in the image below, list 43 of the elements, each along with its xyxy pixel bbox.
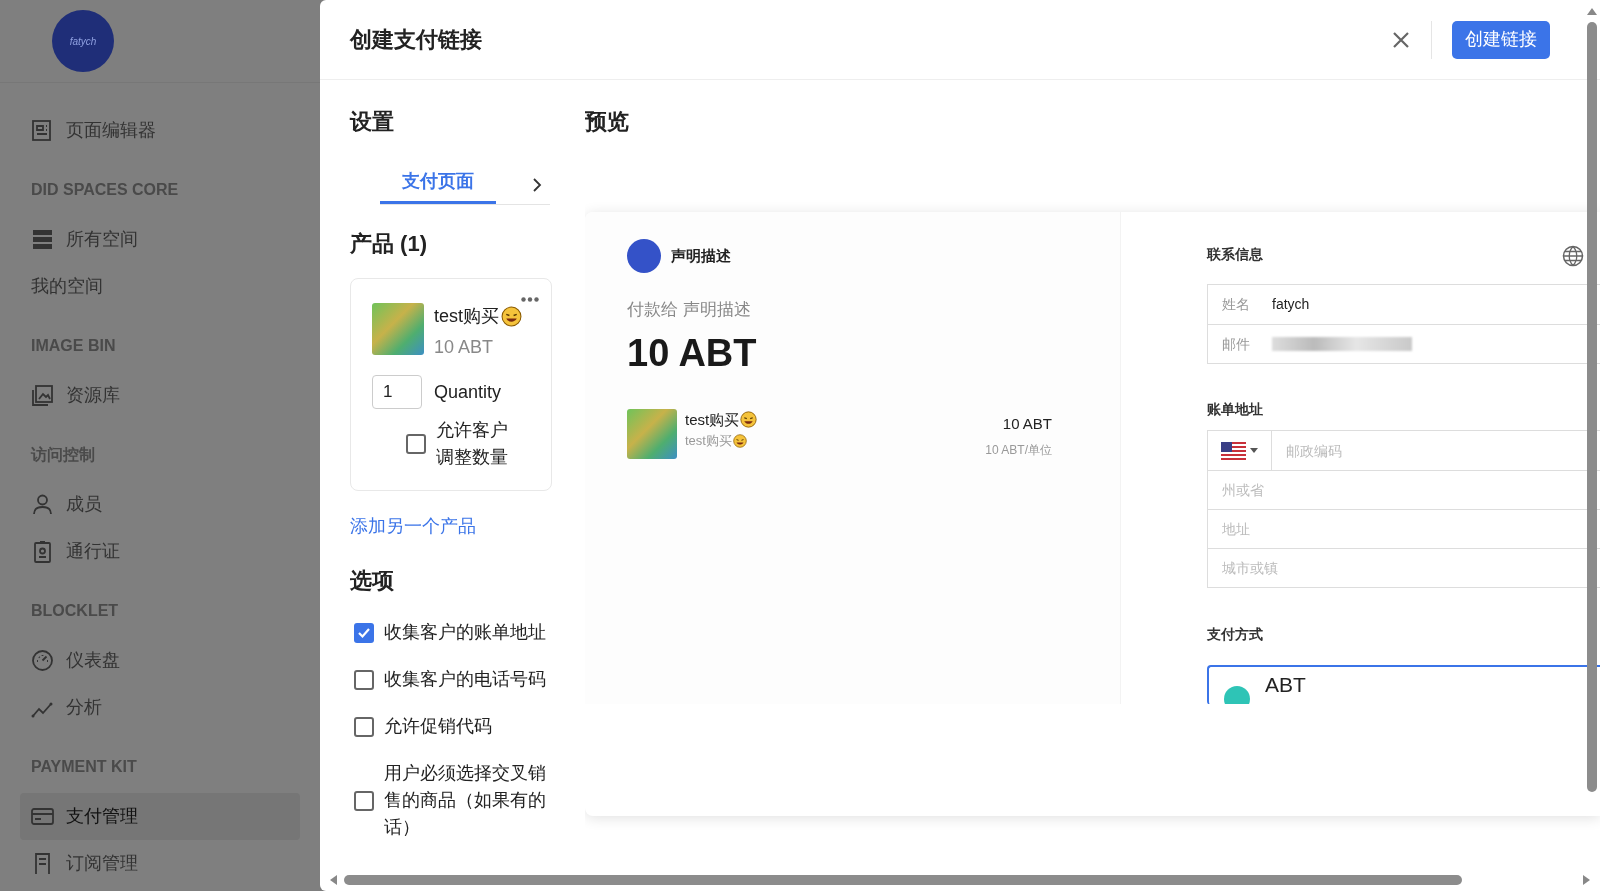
checkbox-label: 收集客户的账单地址 bbox=[384, 621, 547, 644]
input-field[interactable]: 城市或镇 bbox=[1208, 549, 1600, 587]
avatar[interactable]: fatych bbox=[52, 10, 114, 72]
sidebar-item[interactable]: 我的空间 bbox=[20, 263, 300, 310]
input-field[interactable]: 州或省 bbox=[1208, 471, 1600, 509]
section-heading: 选项 bbox=[350, 567, 395, 595]
postal-code-field[interactable]: 邮政编码 bbox=[1272, 431, 1600, 470]
sidebar-item[interactable]: 通行证 bbox=[20, 528, 300, 575]
amount: 10 ABT bbox=[627, 330, 758, 376]
sidebar-item[interactable]: 分析 bbox=[20, 684, 300, 731]
dialog-title: 创建支付链接 bbox=[350, 26, 482, 54]
pay-to-text: 付款给 声明描述 bbox=[627, 299, 752, 321]
item-price: 10 ABT bbox=[1002, 413, 1052, 434]
form-heading: 联系信息 bbox=[1207, 245, 1263, 264]
sidebar-item[interactable]: 页面编辑器 bbox=[20, 107, 300, 154]
add-product-link[interactable]: 添加另一个产品 bbox=[350, 513, 476, 540]
checkbox-label: 允许促销代码 bbox=[384, 715, 493, 738]
sidebar-item[interactable]: 资源库 bbox=[20, 372, 300, 419]
unit-price: 10 ABT/单位 bbox=[985, 442, 1052, 459]
quantity-label: Quantity bbox=[434, 380, 502, 404]
product-price: 10 ABT bbox=[434, 336, 495, 359]
tab[interactable]: 支付页面 bbox=[380, 168, 496, 204]
form-heading: 支付方式 bbox=[1207, 625, 1263, 644]
quantity-field[interactable]: 1 bbox=[372, 375, 422, 409]
sidebar-item[interactable]: 支付管理 bbox=[20, 793, 300, 840]
form-field[interactable]: 姓名 fatych bbox=[1208, 285, 1600, 324]
item-name: test购买 bbox=[685, 409, 740, 430]
section-heading: 预览 bbox=[585, 108, 630, 136]
input-field[interactable]: 地址 bbox=[1208, 510, 1600, 548]
product-name: test购买 bbox=[434, 305, 499, 328]
create-link-button[interactable]: 创建链接 bbox=[1452, 20, 1550, 59]
section-heading: 产品 (1) bbox=[350, 230, 428, 258]
sidebar-item[interactable]: 订阅管理 bbox=[20, 840, 300, 887]
section-heading: 设置 bbox=[350, 108, 395, 136]
checkbox-label: 用户必须选择交叉销售的商品（如果有的话） bbox=[384, 762, 547, 839]
form-heading: 账单地址 bbox=[1207, 400, 1263, 419]
sidebar-item[interactable]: 所有空间 bbox=[20, 216, 300, 263]
sidebar-item[interactable]: 仪表盘 bbox=[20, 637, 300, 684]
checkbox-label: 收集客户的电话号码 bbox=[384, 668, 547, 691]
sidebar-item[interactable]: 成员 bbox=[20, 481, 300, 528]
brand-name: 声明描述 bbox=[671, 245, 731, 266]
checkbox-label: 允许客户调整数量 bbox=[436, 419, 509, 469]
item-subtitle: test购买 bbox=[685, 432, 732, 450]
